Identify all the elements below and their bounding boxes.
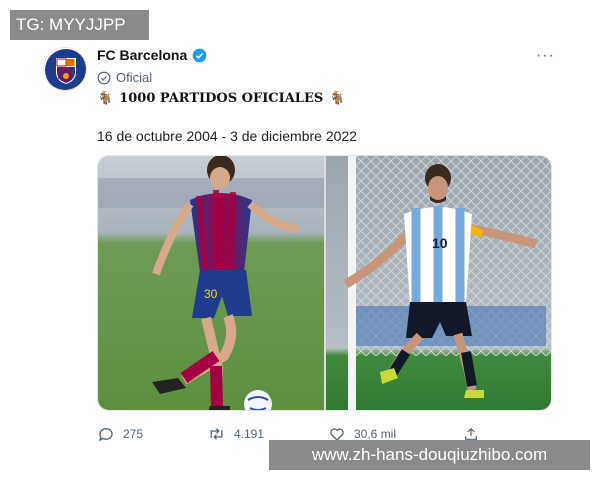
argentina-player-photo[interactable]: 10 (326, 156, 552, 411)
official-text: Oficial (116, 70, 153, 85)
tweet-headline: 🐐 1000 PARTIDOS OFICIALES 🐐 (97, 91, 345, 106)
like-count: 30,6 mil (354, 427, 397, 441)
author-name[interactable]: FC Barcelona (97, 47, 187, 63)
retweet-icon (210, 428, 223, 440)
author-row: FC Barcelona (97, 47, 207, 63)
watermark-bottom: www.zh-hans-douqiuzhibo.com (269, 440, 590, 470)
barcelona-player-photo[interactable]: 30 (98, 156, 324, 411)
tweet-media[interactable]: 30 10 (97, 155, 552, 411)
fc-barcelona-crest-icon (45, 49, 86, 90)
avatar[interactable] (43, 47, 87, 91)
jersey-number: 10 (432, 235, 448, 251)
reply-count: 275 (123, 427, 144, 441)
more-options-icon[interactable]: ··· (536, 47, 555, 65)
left-shorts-number: 30 (204, 287, 218, 301)
goat-emoji-right: 🐐 (329, 91, 346, 106)
check-circle-icon (97, 71, 111, 84)
watermark-top: TG: MYYJJPP (10, 10, 149, 40)
date-range-text: 16 de octubre 2004 - 3 de diciembre 2022 (97, 128, 357, 144)
reply-button[interactable]: 275 (97, 425, 143, 443)
retweet-count: 4.191 (234, 427, 265, 441)
retweet-button[interactable]: 4.191 (207, 425, 264, 443)
official-label: Oficial (97, 70, 152, 85)
headline-text: 1000 PARTIDOS OFICIALES (119, 91, 324, 106)
goat-emoji-left: 🐐 (97, 91, 114, 106)
reply-icon (98, 428, 113, 442)
verified-badge-icon (192, 48, 207, 62)
